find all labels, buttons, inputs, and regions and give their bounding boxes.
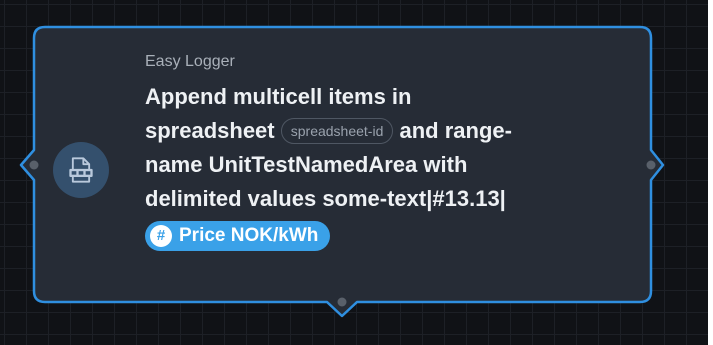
hash-icon: #: [150, 225, 172, 247]
output-port[interactable]: [646, 160, 656, 170]
variable-chip[interactable]: # Price NOK/kWh: [145, 221, 331, 251]
spreadsheet-word: spreadsheet: [145, 118, 275, 143]
node-description: Append multicell items in spreadsheet sp…: [145, 80, 625, 251]
name-word: name: [145, 152, 203, 177]
node-category: Easy Logger: [145, 53, 235, 70]
variable-label: Price NOK/kWh: [179, 225, 319, 246]
spreadsheet-icon: [53, 142, 109, 198]
node-content: Easy Logger Append multicell items in sp…: [145, 52, 625, 251]
input-port[interactable]: [29, 160, 39, 170]
with-word: with: [423, 152, 468, 177]
spreadsheet-id-token[interactable]: spreadsheet-id: [280, 118, 394, 144]
and-range-text: and range-: [399, 118, 512, 143]
description-line1: Append multicell items in: [145, 84, 412, 109]
delimited-text: delimited values: [145, 186, 317, 211]
delimited-value: some-text|#13.13|: [322, 186, 506, 211]
bottom-port[interactable]: [337, 297, 347, 307]
range-name-value: UnitTestNamedArea: [208, 152, 418, 177]
